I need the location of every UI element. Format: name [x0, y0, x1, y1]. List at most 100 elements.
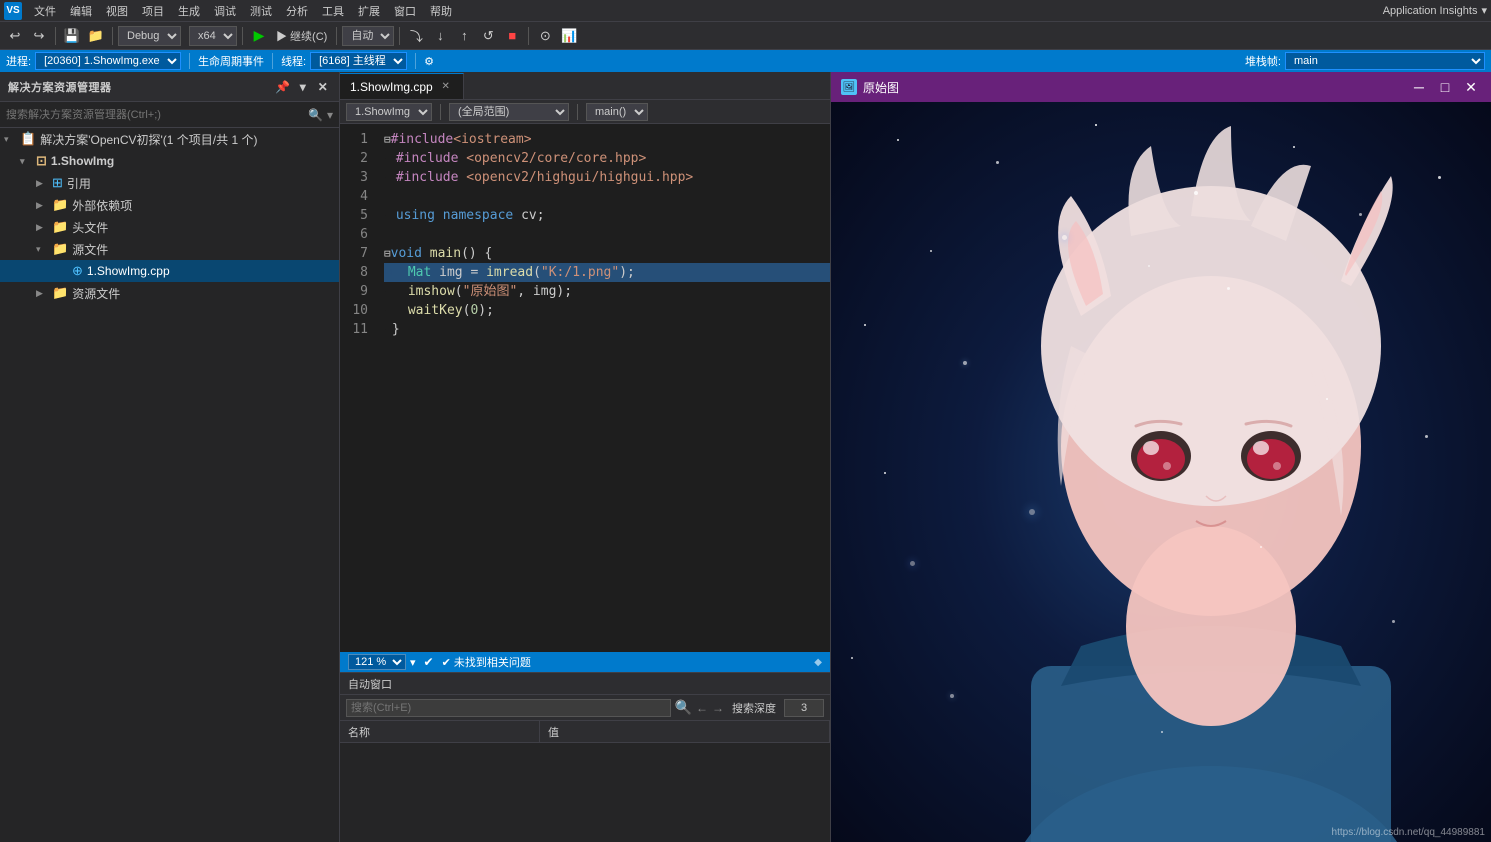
solution-explorer: 解决方案资源管理器 📌 ▾ ✕ 🔍 ▾ ▾ 📋 解决方案'OpenCV初探'(1…	[0, 72, 340, 842]
image-window-icon: 🖼	[841, 79, 857, 95]
zoom-select[interactable]: 121 %	[348, 654, 406, 670]
zoom-chevron[interactable]: ▾	[410, 656, 416, 669]
hdr-arrow: ▶	[36, 222, 48, 233]
code-line-9: ⊟imshow("原始图", img);	[384, 282, 830, 301]
menu-window[interactable]: 窗口	[388, 1, 422, 21]
toolbar-sep-6	[528, 27, 529, 45]
editor-status-bar: 121 % ▾ ✔ ✔ 未找到相关问题 ◆	[340, 652, 830, 672]
tree-item-external-deps[interactable]: ▶ 📁 外部依赖项	[0, 194, 339, 216]
code-content[interactable]: ⊟#include<iostream> ⊟#include <opencv2/c…	[378, 124, 830, 652]
menu-extensions[interactable]: 扩展	[352, 1, 386, 21]
tree-item-showimg-cpp[interactable]: ⊕ 1.ShowImg.cpp	[0, 260, 339, 282]
status-ok-icon: ✔	[424, 655, 434, 669]
editor-area: 1.ShowImg.cpp ✕ 1.ShowImg (全局范围) main() …	[340, 72, 831, 842]
scroll-indicator: ◆	[814, 657, 822, 668]
config-dropdown[interactable]: Debug	[118, 26, 181, 46]
search-input[interactable]	[6, 109, 304, 121]
open-button[interactable]: 📁	[85, 25, 107, 47]
depth-input[interactable]	[784, 699, 824, 717]
menu-help[interactable]: 帮助	[424, 1, 458, 21]
solution-tree: ▾ 📋 解决方案'OpenCV初探'(1 个项目/共 1 个) ▾ ⊡ 1.Sh…	[0, 128, 339, 842]
tree-item-project[interactable]: ▾ ⊡ 1.ShowImg	[0, 150, 339, 172]
run-button[interactable]: ▶	[248, 25, 270, 47]
tree-item-resources[interactable]: ▶ 📁 资源文件	[0, 282, 339, 304]
ref-label: 引用	[67, 175, 91, 192]
undo-button[interactable]: ↩	[4, 25, 26, 47]
auto-window: 自动窗口 🔍 ← → 搜索深度 名称 值	[340, 672, 830, 842]
image-maximize-button[interactable]: □	[1435, 77, 1455, 97]
step-over-button[interactable]: ⤵	[405, 25, 427, 47]
search-options-icon[interactable]: ▾	[327, 108, 333, 122]
restart-button[interactable]: ↺	[477, 25, 499, 47]
header-arrow-icon[interactable]: ▾	[295, 79, 311, 95]
solution-arrow: ▾	[4, 134, 16, 145]
col-name-header: 名称	[340, 721, 540, 742]
menu-tools[interactable]: 工具	[316, 1, 350, 21]
menu-edit[interactable]: 编辑	[64, 1, 98, 21]
sidebar-title: 解决方案资源管理器	[8, 79, 112, 95]
project-icon: ⊡	[36, 153, 47, 169]
close-sidebar-icon[interactable]: ✕	[315, 79, 331, 95]
ext-icon: 📁	[52, 197, 68, 213]
image-close-button[interactable]: ✕	[1461, 77, 1481, 97]
step-into-button[interactable]: ↓	[429, 25, 451, 47]
vs-logo: VS	[4, 2, 22, 20]
menu-project[interactable]: 项目	[136, 1, 170, 21]
menu-build[interactable]: 生成	[172, 1, 206, 21]
thread-dropdown[interactable]: [6168] 主线程	[310, 52, 407, 70]
target-dropdown[interactable]: 自动	[342, 26, 394, 46]
solution-label: 解决方案'OpenCV初探'(1 个项目/共 1 个)	[40, 131, 257, 148]
breadcrumb-func-dropdown[interactable]: main()	[586, 103, 648, 121]
auto-search-input[interactable]	[346, 699, 671, 717]
auto-search-icon[interactable]: 🔍	[675, 699, 692, 716]
image-titlebar: 🖼 原始图 ─ □ ✕	[831, 72, 1491, 102]
menu-view[interactable]: 视图	[100, 1, 134, 21]
tab-bar: 1.ShowImg.cpp ✕	[340, 72, 830, 100]
stack-dropdown[interactable]: main	[1285, 52, 1485, 70]
tab-close-button[interactable]: ✕	[439, 80, 453, 94]
auto-back-icon[interactable]: ←	[696, 701, 708, 715]
depth-label: 搜索深度	[728, 700, 780, 716]
app-insights-icon[interactable]: ▾	[1481, 4, 1487, 17]
code-line-2: ⊟#include <opencv2/core/core.hpp>	[384, 149, 830, 168]
menu-debug[interactable]: 调试	[208, 1, 242, 21]
tree-item-headers[interactable]: ▶ 📁 头文件	[0, 216, 339, 238]
breakpoint-button[interactable]: ⊙	[534, 25, 556, 47]
toolbar-sep-3	[242, 27, 243, 45]
code-line-6	[384, 225, 830, 244]
breadcrumb-sep-2	[577, 104, 578, 120]
res-arrow: ▶	[36, 288, 48, 299]
tree-item-solution[interactable]: ▾ 📋 解决方案'OpenCV初探'(1 个项目/共 1 个)	[0, 128, 339, 150]
app-insights-area: Application Insights ▾	[1383, 4, 1487, 17]
save-button[interactable]: 💾	[61, 25, 83, 47]
step-out-button[interactable]: ↑	[453, 25, 475, 47]
breadcrumb-scope-dropdown[interactable]: (全局范围)	[449, 103, 569, 121]
status-message: ✔ 未找到相关问题	[442, 654, 531, 670]
stop-button[interactable]: ■	[501, 25, 523, 47]
menu-file[interactable]: 文件	[28, 1, 62, 21]
platform-dropdown[interactable]: x64	[189, 26, 237, 46]
image-minimize-button[interactable]: ─	[1409, 77, 1429, 97]
code-line-1: ⊟#include<iostream>	[384, 130, 830, 149]
auto-forward-icon[interactable]: →	[712, 701, 724, 715]
menu-analyze[interactable]: 分析	[280, 1, 314, 21]
src-icon: 📁	[52, 241, 68, 257]
res-icon: 📁	[52, 285, 68, 301]
menu-test[interactable]: 测试	[244, 1, 278, 21]
app-insights-label: Application Insights	[1383, 5, 1478, 17]
diagnostics-button[interactable]: 📊	[558, 25, 580, 47]
ext-label: 外部依赖项	[72, 197, 132, 214]
main-layout: 解决方案资源管理器 📌 ▾ ✕ 🔍 ▾ ▾ 📋 解决方案'OpenCV初探'(1…	[0, 72, 1491, 842]
search-icon[interactable]: 🔍	[308, 108, 323, 122]
process-dropdown[interactable]: [20360] 1.ShowImg.exe	[35, 52, 181, 70]
code-editor[interactable]: 1234 5678 91011 ⊟#include<iostream> ⊟#in…	[340, 124, 830, 652]
breadcrumb-file-dropdown[interactable]: 1.ShowImg	[346, 103, 432, 121]
src-arrow: ▾	[36, 244, 48, 255]
tab-showimg-cpp[interactable]: 1.ShowImg.cpp ✕	[340, 73, 464, 99]
tree-item-source[interactable]: ▾ 📁 源文件	[0, 238, 339, 260]
tree-item-references[interactable]: ▶ ⊞ 引用	[0, 172, 339, 194]
hdr-icon: 📁	[52, 219, 68, 235]
pin-icon[interactable]: 📌	[275, 79, 291, 95]
redo-button[interactable]: ↪	[28, 25, 50, 47]
process-label: 进程:	[6, 53, 31, 69]
